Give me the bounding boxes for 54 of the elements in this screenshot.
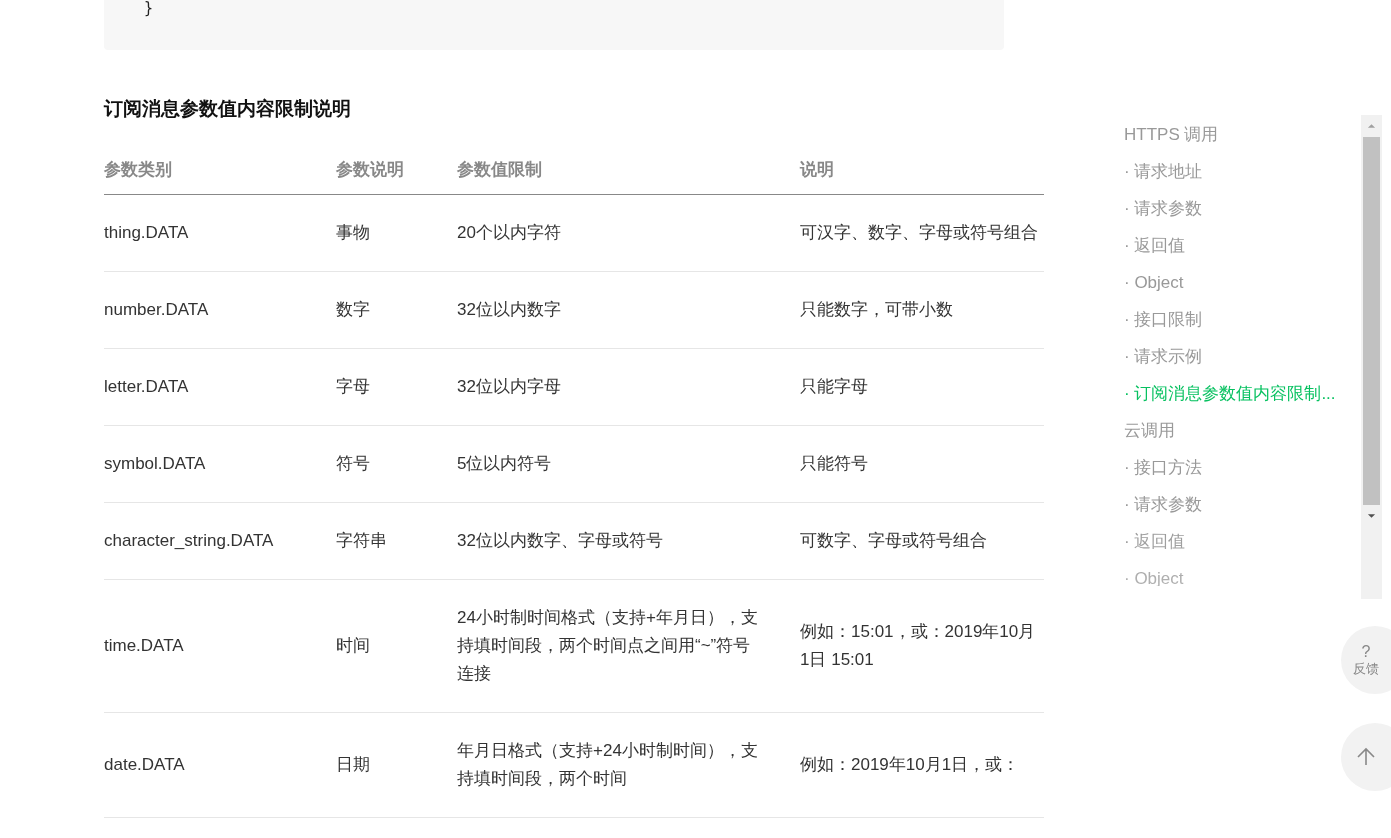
table-cell: 5位以内符号 (457, 454, 552, 473)
table-cell: symbol.DATA (104, 454, 206, 473)
table-cell: 32位以内字母 (457, 377, 561, 396)
table-cell: date.DATA (104, 755, 185, 774)
table-cell: 只能符号 (800, 454, 868, 473)
column-header: 参数说明 (336, 160, 404, 179)
table-cell: 24小时制时间格式（支持+年月日），支持填时间段，两个时间点之间用“~”符号连接 (457, 608, 758, 683)
toc-link[interactable]: · 返回值 (1124, 523, 1186, 560)
toc-link[interactable]: · 返回值 (1124, 227, 1186, 264)
column-header: 参数值限制 (457, 160, 542, 179)
table-cell: 字符串 (336, 531, 387, 550)
code-line: } (144, 0, 155, 16)
table-cell: 可数字、字母或符号组合 (800, 531, 987, 550)
back-to-top-button[interactable] (1341, 723, 1391, 791)
scroll-thumb[interactable] (1363, 137, 1380, 505)
table-cell: time.DATA (104, 636, 184, 655)
table-cell: 32位以内数字 (457, 300, 561, 319)
table-cell: letter.DATA (104, 377, 189, 396)
table-cell: 可汉字、数字、字母或符号组合 (800, 223, 1038, 242)
table-cell: character_string.DATA (104, 531, 274, 550)
table-cell: thing.DATA (104, 223, 189, 242)
table-cell: 32位以内数字、字母或符号 (457, 531, 663, 550)
feedback-button[interactable]: ? 反馈 (1341, 626, 1391, 694)
toc-link[interactable]: · 订阅消息参数值内容限制... (1124, 375, 1336, 412)
toc-link[interactable]: · 请求示例 (1124, 338, 1203, 375)
scroll-up-icon[interactable] (1367, 123, 1376, 129)
toc-link[interactable]: · 接口限制 (1124, 301, 1203, 338)
table-cell: 20个以内字符 (457, 223, 561, 242)
toc-link[interactable]: 云调用 (1124, 412, 1175, 449)
table-cell: 只能字母 (800, 377, 868, 396)
table-cell: 例如：2019年10月1日，或： (800, 755, 1020, 774)
toc-link[interactable]: · 接口方法 (1124, 449, 1203, 486)
toc-link[interactable]: HTTPS 调用 (1124, 116, 1219, 153)
toc-link[interactable]: · Object (1124, 560, 1184, 597)
toc-link[interactable]: · 请求地址 (1124, 153, 1203, 190)
toc-link[interactable]: · 请求参数 (1124, 190, 1203, 227)
table-cell: 符号 (336, 454, 370, 473)
table-cell: 数字 (336, 300, 370, 319)
table-cell: 只能数字，可带小数 (800, 300, 953, 319)
table-cell: 时间 (336, 636, 370, 655)
column-header: 参数类别 (104, 160, 172, 179)
section-title: 订阅消息参数值内容限制说明 (104, 97, 352, 121)
table-cell: 年月日格式（支持+24小时制时间），支持填时间段，两个时间 (457, 741, 758, 788)
toc-link[interactable]: · 请求参数 (1124, 486, 1203, 523)
scrollbar[interactable] (1361, 115, 1382, 599)
column-header: 说明 (800, 160, 834, 179)
table-cell: 字母 (336, 377, 370, 396)
table-cell: 日期 (336, 755, 370, 774)
table-cell: 事物 (336, 223, 370, 242)
arrow-up-icon (1356, 747, 1376, 767)
table-cell: 例如：15:01，或：2019年10月1日 15:01 (800, 622, 1036, 669)
table-cell: number.DATA (104, 300, 209, 319)
scroll-down-icon[interactable] (1367, 513, 1376, 519)
toc-link[interactable]: · Object (1124, 264, 1184, 301)
